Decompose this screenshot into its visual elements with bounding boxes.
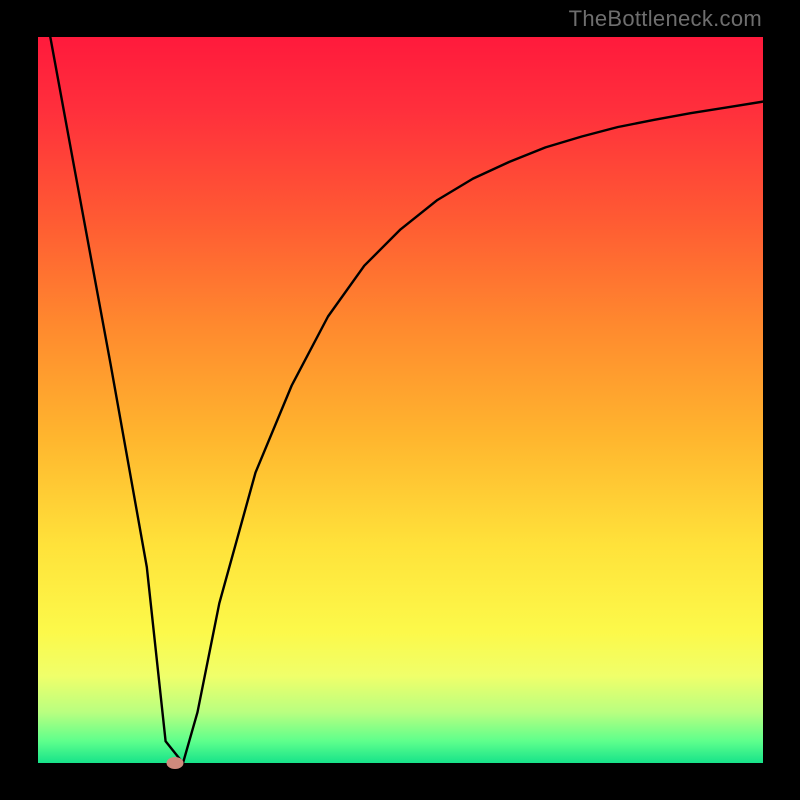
watermark-text: TheBottleneck.com (569, 6, 762, 32)
optimum-marker (167, 757, 184, 769)
chart-frame: TheBottleneck.com (0, 0, 800, 800)
bottleneck-curve (38, 37, 763, 763)
plot-area (38, 37, 763, 763)
